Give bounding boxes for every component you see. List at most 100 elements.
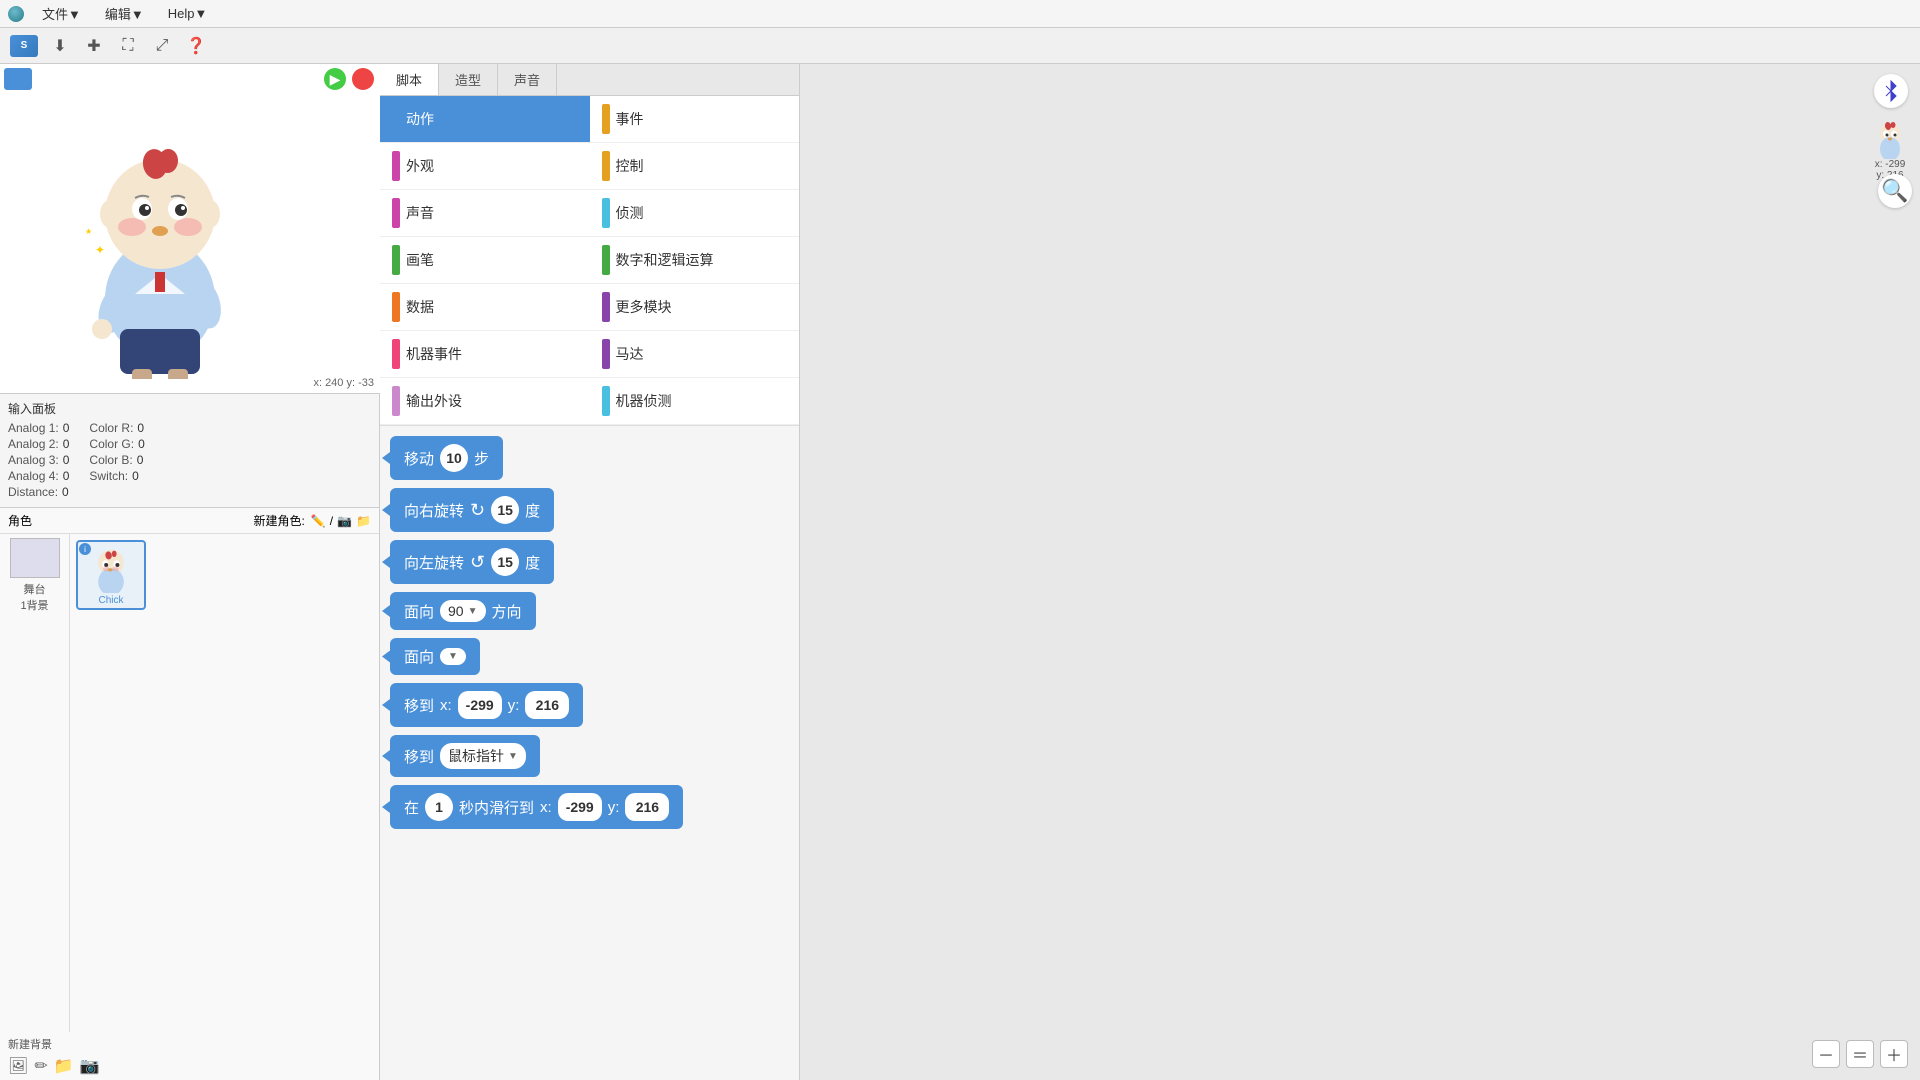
menu-file[interactable]: 文件▼ <box>36 2 87 25</box>
paint-sprite-icon[interactable]: ✏️ <box>311 514 326 528</box>
bg-folder-icon[interactable]: 📁 <box>54 1056 74 1076</box>
colorb-value: 0 <box>137 453 144 467</box>
category-motion-label: 动作 <box>406 109 434 129</box>
switch-value: 0 <box>132 469 139 483</box>
add-icon[interactable]: ✚ <box>82 34 106 58</box>
tab-costume[interactable]: 造型 <box>439 64 498 95</box>
input-row-4: Analog 4: 0 Switch: 0 <box>8 469 371 483</box>
bg-paint-icon[interactable]: 🖼 <box>8 1056 28 1076</box>
block-turn-left[interactable]: 向左旋转 ↺ 15 度 <box>390 540 554 584</box>
category-pen[interactable]: 画笔 <box>380 237 590 284</box>
sprite-header: 角色 新建角色: ✏️ / 📷 📁 <box>0 508 379 534</box>
left-panel: ▶ <box>0 64 380 1080</box>
category-robot-events[interactable]: 机器事件 <box>380 331 590 378</box>
sprite-item-chick[interactable]: i <box>76 540 146 610</box>
stage-thumbnail[interactable] <box>10 538 60 578</box>
categories-grid: 动作 事件 外观 控制 声音 侦测 <box>380 96 799 426</box>
save-icon[interactable]: ⬇ <box>48 34 72 58</box>
category-events[interactable]: 事件 <box>590 96 800 143</box>
block-face-prefix: 面向 <box>404 601 434 622</box>
bg-camera-icon[interactable]: 📷 <box>80 1056 100 1076</box>
category-robot-events-label: 机器事件 <box>406 344 462 364</box>
menu-edit[interactable]: 编辑▼ <box>99 2 150 25</box>
menu-help[interactable]: Help▼ <box>162 4 214 23</box>
more-color-dot <box>602 292 610 322</box>
block-glide-y-value[interactable]: 216 <box>625 793 669 821</box>
category-operators[interactable]: 数字和逻辑运算 <box>590 237 800 284</box>
edit-sprite-icon[interactable]: / <box>330 514 333 528</box>
block-goto-xy[interactable]: 移到 x: -299 y: 216 <box>390 683 583 727</box>
input-panel-title: 输入面板 <box>8 400 371 417</box>
block-glide-time-value[interactable]: 1 <box>425 793 453 821</box>
block-goto-x-value[interactable]: -299 <box>458 691 502 719</box>
block-glide-x-value[interactable]: -299 <box>558 793 602 821</box>
category-sensing[interactable]: 侦测 <box>590 190 800 237</box>
stop-button[interactable] <box>352 68 374 90</box>
pen-color-dot <box>392 245 400 275</box>
zoom-out-button[interactable]: － <box>1812 1040 1840 1068</box>
block-turn-right-suffix: 度 <box>525 500 540 521</box>
fullscreen-icon[interactable]: ⛶ <box>116 34 140 58</box>
category-robot-sensing[interactable]: 机器侦测 <box>590 378 800 425</box>
input-row-5: Distance: 0 <box>8 485 371 499</box>
block-turn-left-value[interactable]: 15 <box>491 548 519 576</box>
robot-sensing-color-dot <box>602 386 610 416</box>
category-data-label: 数据 <box>406 297 434 317</box>
sprite-toolbar: ✏️ / 📷 📁 <box>311 514 371 528</box>
block-goto-target-dropdown[interactable]: 鼠标指针 ▼ <box>440 743 526 769</box>
sprite-preview-svg <box>1872 119 1908 159</box>
block-goto-target-value: 鼠标指针 <box>448 746 504 766</box>
sprite-name-chick: Chick <box>98 595 123 606</box>
category-data[interactable]: 数据 <box>380 284 590 331</box>
zoom-out-sad-icon[interactable]: 🔍 <box>1878 174 1912 208</box>
zoom-reset-button[interactable]: ＝ <box>1846 1040 1874 1068</box>
category-motion[interactable]: 动作 <box>380 96 590 143</box>
category-sound[interactable]: 声音 <box>380 190 590 237</box>
sprite-area: 角色 新建角色: ✏️ / 📷 📁 舞台 1背景 <box>0 508 379 1080</box>
expand-icon[interactable]: ⤢ <box>150 34 174 58</box>
category-control[interactable]: 控制 <box>590 143 800 190</box>
block-turn-right-value[interactable]: 15 <box>491 496 519 524</box>
bluetooth-svg <box>1882 79 1900 103</box>
category-more[interactable]: 更多模块 <box>590 284 800 331</box>
block-face-direction[interactable]: 面向 90 ▼ 方向 <box>390 592 536 630</box>
data-color-dot <box>392 292 400 322</box>
motor-color-dot <box>602 339 610 369</box>
category-output[interactable]: 输出外设 <box>380 378 590 425</box>
block-turn-right[interactable]: 向右旋转 ↻ 15 度 <box>390 488 554 532</box>
block-turn-left-icon: ↺ <box>470 552 485 573</box>
category-motor[interactable]: 马达 <box>590 331 800 378</box>
block-goto-y-value[interactable]: 216 <box>525 691 569 719</box>
tab-script[interactable]: 脚本 <box>380 64 439 95</box>
analog4-value: 0 <box>63 469 70 483</box>
tab-sound[interactable]: 声音 <box>498 64 557 95</box>
sprite-badge: i <box>79 543 91 555</box>
analog3-label: Analog 3: <box>8 453 59 467</box>
category-control-label: 控制 <box>616 156 644 176</box>
bg-edit-icon[interactable]: ✏ <box>34 1056 47 1076</box>
block-face-toward[interactable]: 面向 ▼ <box>390 638 480 675</box>
help-icon[interactable]: ❓ <box>184 34 208 58</box>
input-row-3: Analog 3: 0 Color B: 0 <box>8 453 371 467</box>
category-motor-label: 马达 <box>616 344 644 364</box>
new-sprite-label: 新建角色: <box>253 512 304 529</box>
svg-text:★: ★ <box>85 227 92 236</box>
input-panel: 输入面板 Analog 1: 0 Color R: 0 Analog 2: 0 … <box>0 394 379 508</box>
green-flag-button[interactable]: ▶ <box>324 68 346 90</box>
block-glide[interactable]: 在 1 秒内滑行到 x: -299 y: 216 <box>390 785 683 829</box>
category-looks[interactable]: 外观 <box>380 143 590 190</box>
zoom-in-button[interactable]: ＋ <box>1880 1040 1908 1068</box>
folder-sprite-icon[interactable]: 📁 <box>356 514 371 528</box>
block-face-toward-dropdown[interactable]: ▼ <box>440 648 466 665</box>
operators-color-dot <box>602 245 610 275</box>
block-face-dropdown[interactable]: 90 ▼ <box>440 600 485 622</box>
block-move[interactable]: 移动 10 步 <box>390 436 503 480</box>
bluetooth-icon[interactable] <box>1874 74 1908 108</box>
block-move-value[interactable]: 10 <box>440 444 468 472</box>
stage-bg-label: 1背景 <box>20 597 48 613</box>
input-row-2: Analog 2: 0 Color G: 0 <box>8 437 371 451</box>
photo-sprite-icon[interactable]: 📷 <box>337 514 352 528</box>
block-turn-left-suffix: 度 <box>525 552 540 573</box>
analog3-item: Analog 3: 0 <box>8 453 69 467</box>
block-goto-target[interactable]: 移到 鼠标指针 ▼ <box>390 735 540 777</box>
